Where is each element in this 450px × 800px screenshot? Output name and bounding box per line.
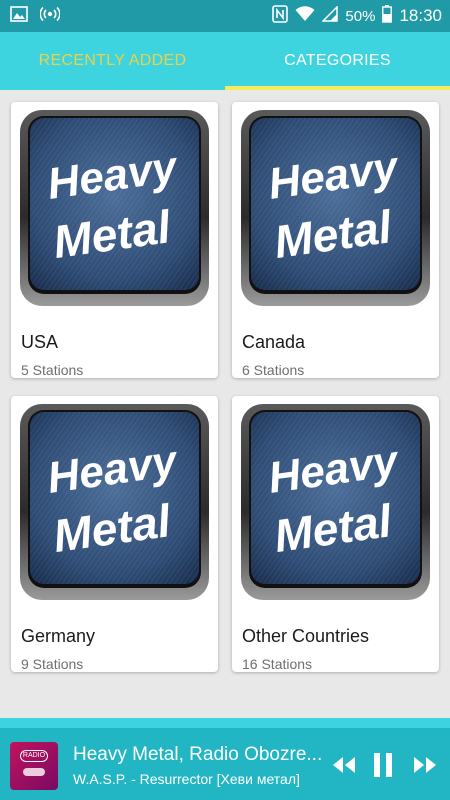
pause-icon[interactable] bbox=[371, 752, 395, 783]
station-count: 16 Stations bbox=[242, 656, 313, 672]
image-icon bbox=[10, 6, 28, 27]
mini-player[interactable]: RADIO Heavy Metal, Radio Obozre... W.A.S… bbox=[0, 718, 450, 800]
thumb-logo-shape bbox=[23, 768, 45, 776]
battery-percent: 50% bbox=[345, 7, 376, 25]
previous-icon[interactable] bbox=[331, 755, 357, 780]
category-card-usa[interactable]: Heavy Metal USA 5 Stations bbox=[11, 102, 218, 378]
now-playing-track: W.A.S.P. - Resurrector [Хеви метал] bbox=[73, 771, 300, 787]
category-name: Other Countries bbox=[242, 626, 370, 646]
tab-categories[interactable]: CATEGORIES bbox=[225, 32, 450, 90]
nfc-icon bbox=[272, 5, 289, 27]
next-icon[interactable] bbox=[412, 755, 438, 780]
station-thumbnail[interactable]: RADIO bbox=[10, 742, 58, 790]
category-name: Canada bbox=[242, 332, 306, 352]
tab-recently-added[interactable]: RECENTLY ADDED bbox=[0, 32, 225, 90]
category-card-canada[interactable]: Heavy Metal Canada 6 Stations bbox=[232, 102, 439, 378]
station-count: 9 Stations bbox=[21, 656, 84, 672]
station-count: 6 Stations bbox=[242, 362, 305, 378]
wifi-icon bbox=[295, 6, 315, 26]
now-playing-title[interactable]: Heavy Metal, Radio Obozre... bbox=[73, 744, 325, 766]
category-name: USA bbox=[21, 332, 59, 352]
thumb-badge: RADIO bbox=[20, 750, 48, 762]
category-name: Germany bbox=[21, 626, 96, 646]
clock: 18:30 bbox=[399, 6, 442, 25]
battery-icon bbox=[382, 5, 393, 27]
status-bar: 50% 18:30 bbox=[0, 0, 450, 32]
heavy-metal-artwork: Heavy Metal bbox=[239, 402, 432, 602]
category-grid: Heavy Metal USA 5 Stations Heavy Metal C… bbox=[0, 90, 450, 718]
heavy-metal-artwork: Heavy Metal bbox=[18, 402, 211, 602]
category-card-germany[interactable]: Heavy Metal Germany 9 Stations bbox=[11, 396, 218, 672]
heavy-metal-artwork: Heavy Metal bbox=[18, 108, 211, 308]
station-count: 5 Stations bbox=[21, 362, 84, 378]
heavy-metal-artwork: Heavy Metal bbox=[239, 108, 432, 308]
category-card-other-countries[interactable]: Heavy Metal Other Countries 16 Stations bbox=[232, 396, 439, 672]
signal-icon bbox=[321, 5, 339, 26]
player-top-strip bbox=[0, 718, 450, 728]
tab-bar: RECENTLY ADDED CATEGORIES bbox=[0, 32, 450, 90]
radio-broadcast-icon bbox=[39, 6, 61, 27]
